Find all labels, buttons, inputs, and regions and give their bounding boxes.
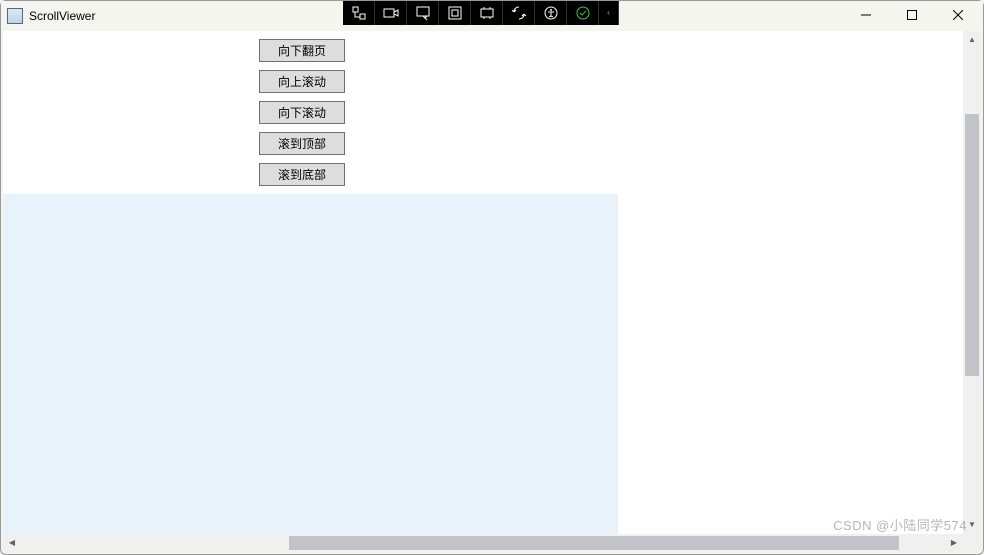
layout-cycle-icon[interactable] — [471, 1, 503, 25]
scroll-corner — [963, 534, 981, 552]
check-icon[interactable] — [567, 1, 599, 25]
scroll-up-button[interactable]: 向上滚动 — [259, 70, 345, 93]
horizontal-scroll-thumb[interactable] — [289, 536, 899, 550]
content-panel — [3, 194, 618, 534]
client-area: 向下翻页 向上滚动 向下滚动 滚到顶部 滚到底部 ▲ ▼ ◀ ▶ CSDN @小… — [3, 31, 981, 552]
window-icon — [7, 8, 23, 24]
horizontal-scroll-track[interactable] — [21, 534, 945, 552]
scroll-up-arrow[interactable]: ▲ — [963, 31, 981, 49]
close-button[interactable] — [935, 1, 981, 29]
scroll-down-button[interactable]: 向下滚动 — [259, 101, 345, 124]
select-element-icon[interactable] — [407, 1, 439, 25]
titlebar: ScrollViewer ‹ — [1, 1, 983, 31]
window-title: ScrollViewer — [29, 9, 95, 23]
scroll-bottom-button[interactable]: 滚到底部 — [259, 163, 345, 186]
scroll-left-arrow[interactable]: ◀ — [3, 534, 21, 552]
camera-icon[interactable] — [375, 1, 407, 25]
hot-reload-icon[interactable] — [503, 1, 535, 25]
window-controls — [843, 1, 981, 29]
highlight-icon[interactable] — [439, 1, 471, 25]
minimize-button[interactable] — [843, 1, 889, 29]
live-tree-icon[interactable] — [343, 1, 375, 25]
vertical-scroll-thumb[interactable] — [965, 114, 979, 376]
scroll-right-arrow[interactable]: ▶ — [945, 534, 963, 552]
vertical-scrollbar[interactable]: ▲ ▼ — [963, 31, 981, 534]
scroll-down-arrow[interactable]: ▼ — [963, 516, 981, 534]
page-down-button[interactable]: 向下翻页 — [259, 39, 345, 62]
vertical-scroll-track[interactable] — [963, 49, 981, 516]
maximize-button[interactable] — [889, 1, 935, 29]
horizontal-scrollbar[interactable]: ◀ ▶ — [3, 534, 963, 552]
chevron-left-icon[interactable]: ‹ — [599, 1, 619, 25]
accessibility-icon[interactable] — [535, 1, 567, 25]
scroll-top-button[interactable]: 滚到顶部 — [259, 132, 345, 155]
button-stack: 向下翻页 向上滚动 向下滚动 滚到顶部 滚到底部 — [259, 39, 345, 186]
scroll-viewport: 向下翻页 向上滚动 向下滚动 滚到顶部 滚到底部 — [3, 31, 963, 534]
debug-toolbar: ‹ — [343, 1, 619, 25]
